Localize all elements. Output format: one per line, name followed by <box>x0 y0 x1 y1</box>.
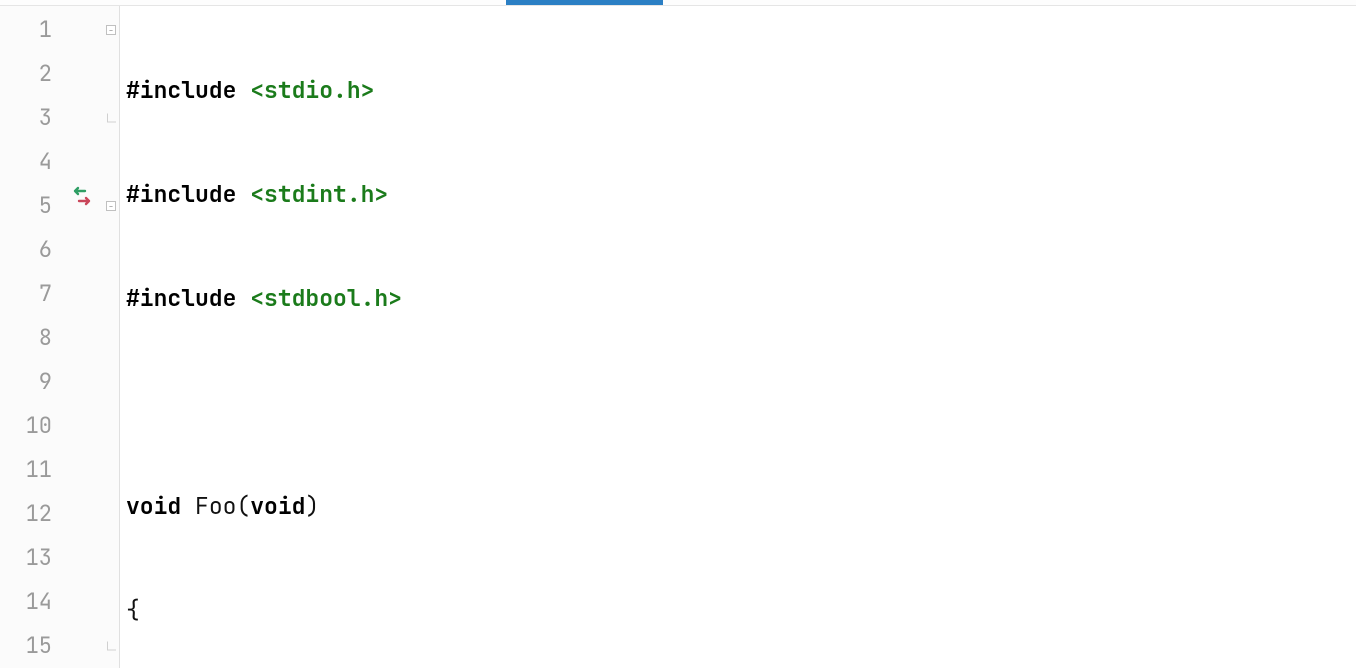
include-target: <stdio.h> <box>250 75 374 105</box>
line-number: 11 <box>0 448 60 492</box>
fold-end-icon <box>107 642 116 651</box>
line-number: 10 <box>0 404 60 448</box>
code-line[interactable] <box>126 380 1356 424</box>
line-number: 3 <box>0 96 60 140</box>
code-line[interactable]: #include <stdint.h> <box>126 172 1356 216</box>
punct: ( <box>236 491 250 521</box>
line-number: 6 <box>0 228 60 272</box>
keyword: #include <box>126 75 236 105</box>
editor-tabstrip <box>0 0 1356 6</box>
keyword: #include <box>126 179 236 209</box>
line-number: 14 <box>0 580 60 624</box>
include-target: <stdbool.h> <box>250 283 402 313</box>
code-line[interactable]: #include <stdio.h> <box>126 68 1356 112</box>
line-number: 4 <box>0 140 60 184</box>
keyword: void <box>250 491 305 521</box>
include-target: <stdint.h> <box>250 179 388 209</box>
annotation-gutter <box>60 6 104 668</box>
line-number: 15 <box>0 624 60 668</box>
active-tab-indicator <box>506 0 663 5</box>
line-number: 13 <box>0 536 60 580</box>
fold-gutter: - - <box>104 6 120 668</box>
function-name: Foo <box>195 491 236 521</box>
code-line[interactable]: void Foo(void) <box>126 484 1356 528</box>
line-number: 8 <box>0 316 60 360</box>
keyword: #include <box>126 283 236 313</box>
fold-toggle-icon[interactable]: - <box>106 201 116 211</box>
line-number: 5 <box>0 184 60 228</box>
brace: { <box>126 595 140 625</box>
fold-toggle-icon[interactable]: - <box>106 25 116 35</box>
fold-end-icon <box>107 114 116 123</box>
code-area[interactable]: #include <stdio.h> #include <stdint.h> #… <box>120 6 1356 668</box>
punct: ) <box>305 491 319 521</box>
line-number: 7 <box>0 272 60 316</box>
line-number: 9 <box>0 360 60 404</box>
vcs-change-icon[interactable] <box>60 184 104 208</box>
keyword: void <box>126 491 181 521</box>
line-number: 12 <box>0 492 60 536</box>
code-line[interactable]: #include <stdbool.h> <box>126 276 1356 320</box>
code-editor[interactable]: 1 2 3 4 5 6 7 8 9 10 11 12 13 14 15 <box>0 6 1356 668</box>
line-number: 2 <box>0 52 60 96</box>
code-line[interactable]: { <box>126 588 1356 632</box>
line-number: 1 <box>0 8 60 52</box>
line-number-gutter: 1 2 3 4 5 6 7 8 9 10 11 12 13 14 15 <box>0 6 60 668</box>
